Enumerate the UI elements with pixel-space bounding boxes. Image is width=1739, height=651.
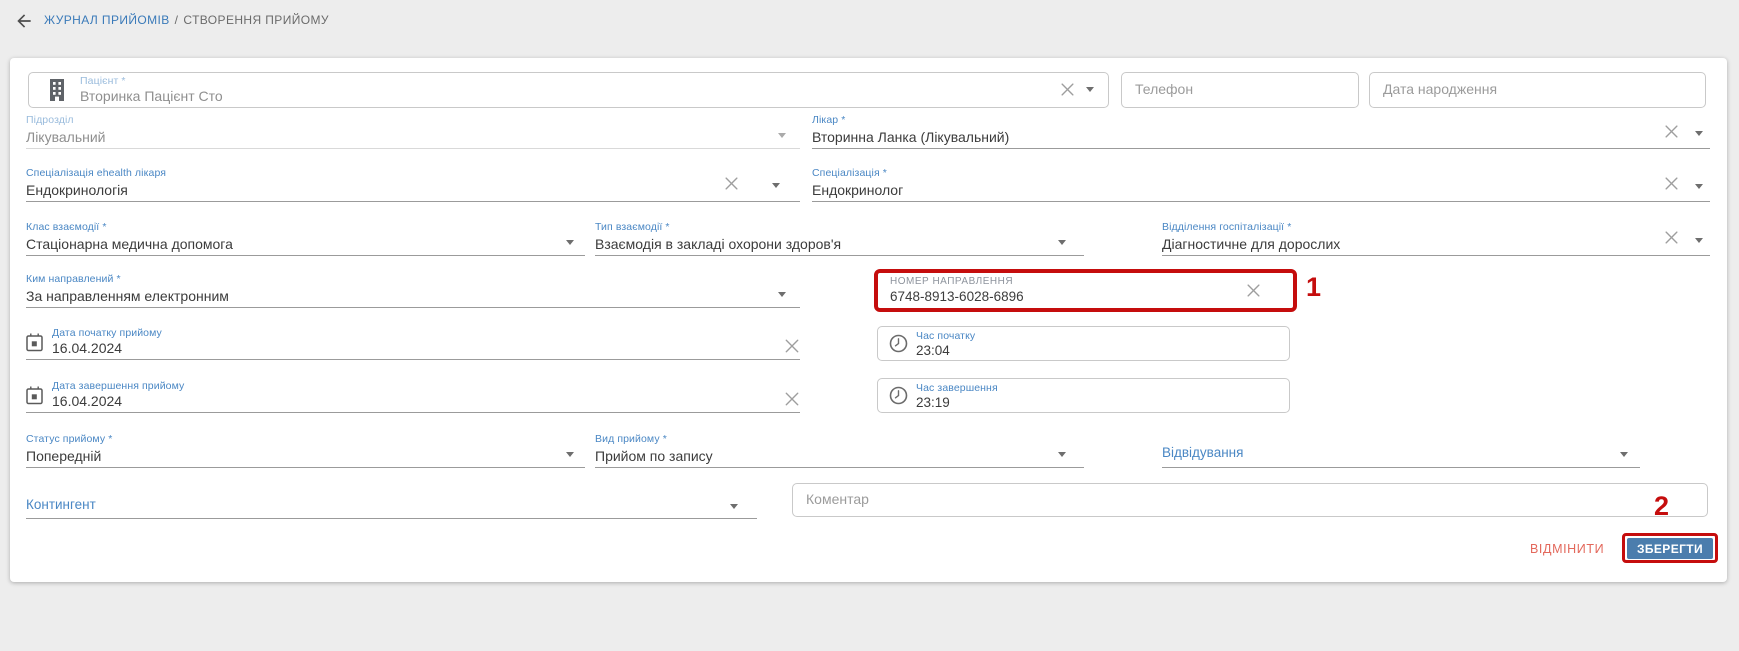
interaction-class-label: Клас взаємодії * xyxy=(26,221,107,233)
doctor-clear-icon[interactable] xyxy=(1664,124,1679,139)
admission-kind-chevron-down-icon[interactable] xyxy=(1058,452,1066,457)
field-underline xyxy=(1162,255,1710,256)
breadcrumb-separator: / xyxy=(175,13,179,27)
save-button[interactable]: ЗБЕРЕГТИ xyxy=(1627,538,1713,559)
calendar-icon[interactable] xyxy=(26,333,43,352)
field-underline xyxy=(812,148,1710,149)
end-date-clear-icon[interactable] xyxy=(784,391,800,407)
phone-input[interactable] xyxy=(1135,81,1345,97)
contingent-select[interactable]: Контингент xyxy=(26,497,96,512)
breadcrumb-link-journal[interactable]: ЖУРНАЛ ПРИЙОМІВ xyxy=(44,13,170,27)
admission-kind-value[interactable]: Прийом по запису xyxy=(595,448,713,464)
breadcrumb: ЖУРНАЛ ПРИЙОМІВ / СТВОРЕННЯ ПРИЙОМУ xyxy=(44,13,329,27)
hospitalization-department-value[interactable]: Діагностичне для дорослих xyxy=(1162,236,1340,252)
visit-chevron-down-icon[interactable] xyxy=(1620,452,1628,457)
patient-label: Пацієнт * xyxy=(80,75,126,87)
referral-number-value[interactable]: 6748-8913-6028-6896 xyxy=(890,289,1024,304)
back-icon[interactable] xyxy=(14,11,34,31)
specialization-clear-icon[interactable] xyxy=(1664,176,1679,191)
ehealth-specialization-clear-icon[interactable] xyxy=(724,176,739,191)
field-underline xyxy=(26,307,800,308)
interaction-type-chevron-down-icon[interactable] xyxy=(1058,240,1066,245)
status-value[interactable]: Попередній xyxy=(26,448,101,464)
ehealth-specialization-chevron-down-icon[interactable] xyxy=(772,183,780,188)
start-date-clear-icon[interactable] xyxy=(784,338,800,354)
field-underline xyxy=(26,518,757,519)
visit-select[interactable]: Відвідування xyxy=(1162,445,1243,460)
field-underline xyxy=(26,467,585,468)
admission-kind-label: Вид прийому * xyxy=(595,433,667,445)
unit-value[interactable]: Лікувальний xyxy=(26,129,105,145)
start-time-value[interactable]: 23:04 xyxy=(916,343,950,358)
end-date-label: Дата завершення прийому xyxy=(52,380,184,392)
field-underline xyxy=(26,255,585,256)
interaction-class-value[interactable]: Стаціонарна медична допомога xyxy=(26,236,233,252)
contingent-chevron-down-icon[interactable] xyxy=(730,504,738,509)
field-underline xyxy=(26,201,800,202)
field-underline xyxy=(26,412,800,413)
start-date-value[interactable]: 16.04.2024 xyxy=(52,340,122,356)
field-underline xyxy=(26,148,800,149)
patient-clear-icon[interactable] xyxy=(1060,82,1075,97)
cancel-button[interactable]: ВІДМІНИТИ xyxy=(1530,542,1604,556)
field-underline xyxy=(595,467,1084,468)
referred-by-chevron-down-icon[interactable] xyxy=(778,292,786,297)
field-underline xyxy=(1162,467,1640,468)
referred-by-label: Ким направлений * xyxy=(26,273,121,285)
specialization-chevron-down-icon[interactable] xyxy=(1695,184,1703,189)
end-time-label: Час завершення xyxy=(916,382,998,394)
hospitalization-department-label: Відділення госпіталізації * xyxy=(1162,221,1291,233)
patient-value: Вторинка Пацієнт Сто xyxy=(80,88,223,104)
field-underline xyxy=(26,359,800,360)
referral-number-label: НОМЕР НАПРАВЛЕННЯ xyxy=(890,276,1013,287)
annotation-marker-1: 1 xyxy=(1306,274,1321,301)
doctor-label: Лікар * xyxy=(812,114,845,126)
calendar-icon[interactable] xyxy=(26,386,43,405)
birth-date-input[interactable] xyxy=(1383,81,1683,97)
interaction-class-chevron-down-icon[interactable] xyxy=(566,240,574,245)
doctor-value[interactable]: Вторинна Ланка (Лікувальний) xyxy=(812,129,1009,145)
building-icon xyxy=(48,79,66,101)
referred-by-value[interactable]: За направленням електронним xyxy=(26,288,229,304)
interaction-type-value[interactable]: Взаємодія в закладі охорони здоров'я xyxy=(595,236,841,252)
comment-input[interactable] xyxy=(806,491,1686,507)
specialization-value[interactable]: Ендокринолог xyxy=(812,182,903,198)
clock-icon xyxy=(889,386,908,405)
breadcrumb-current: СТВОРЕННЯ ПРИЙОМУ xyxy=(183,13,329,27)
page: ЖУРНАЛ ПРИЙОМІВ / СТВОРЕННЯ ПРИЙОМУ Паці… xyxy=(0,0,1739,651)
status-chevron-down-icon[interactable] xyxy=(566,452,574,457)
start-date-label: Дата початку прийому xyxy=(52,327,162,339)
hospitalization-department-clear-icon[interactable] xyxy=(1664,230,1679,245)
start-time-label: Час початку xyxy=(916,330,975,342)
specialization-label: Спеціалізація * xyxy=(812,167,887,179)
unit-label: Підрозділ xyxy=(26,114,74,126)
clock-icon xyxy=(889,334,908,353)
end-time-value[interactable]: 23:19 xyxy=(916,395,950,410)
hospitalization-department-chevron-down-icon[interactable] xyxy=(1695,238,1703,243)
patient-chevron-down-icon[interactable] xyxy=(1086,87,1094,92)
interaction-type-label: Тип взаємодії * xyxy=(595,221,670,233)
field-underline xyxy=(595,255,1084,256)
ehealth-specialization-value[interactable]: Ендокринологія xyxy=(26,182,128,198)
status-label: Статус прийому * xyxy=(26,433,112,445)
doctor-chevron-down-icon[interactable] xyxy=(1695,131,1703,136)
end-date-value[interactable]: 16.04.2024 xyxy=(52,393,122,409)
annotation-marker-2: 2 xyxy=(1654,493,1669,520)
field-underline xyxy=(812,201,1710,202)
referral-number-clear-icon[interactable] xyxy=(1246,283,1261,298)
ehealth-specialization-label: Спеціалізація ehealth лікаря xyxy=(26,167,166,179)
unit-chevron-down-icon[interactable] xyxy=(778,133,786,138)
